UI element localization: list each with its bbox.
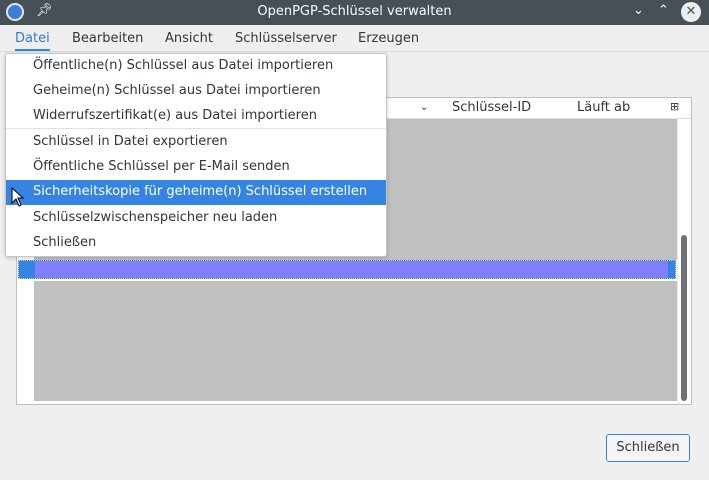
- selected-row[interactable]: [18, 260, 676, 279]
- menu-separator: [6, 128, 386, 129]
- window-title: OpenPGP-Schlüssel verwalten: [257, 4, 452, 19]
- menu-item-send-email[interactable]: Öffentliche Schlüssel per E-Mail senden: [6, 155, 386, 180]
- menu-item-export[interactable]: Schlüssel in Datei exportieren: [6, 130, 386, 155]
- file-menu-popup: Öffentliche(n) Schlüssel aus Datei impor…: [5, 53, 387, 257]
- menu-item-import-revocation[interactable]: Widerrufszertifikat(e) aus Datei importi…: [6, 104, 386, 129]
- menu-bearbeiten[interactable]: Bearbeiten: [72, 31, 143, 46]
- menu-item-import-public[interactable]: Öffentliche(n) Schlüssel aus Datei impor…: [6, 54, 386, 79]
- minimize-button[interactable]: ⌄: [633, 3, 644, 18]
- maximize-button[interactable]: ⌃: [658, 3, 669, 18]
- column-expires[interactable]: Läuft ab: [577, 100, 630, 115]
- menu-schluesselserver[interactable]: Schlüsselserver: [235, 31, 337, 46]
- menu-item-reload-cache[interactable]: Schlüsselzwischenspeicher neu laden: [6, 206, 386, 231]
- column-picker-icon[interactable]: ⊞: [670, 100, 679, 113]
- menu-item-backup-secret[interactable]: Sicherheitskopie für geheime(n) Schlüsse…: [6, 180, 386, 205]
- close-button[interactable]: Schließen: [606, 434, 690, 462]
- menu-erzeugen[interactable]: Erzeugen: [358, 31, 419, 46]
- close-window-button[interactable]: ✕: [681, 2, 701, 22]
- sort-chevron-icon[interactable]: ⌄: [420, 102, 428, 113]
- table-body-area: [34, 281, 677, 401]
- column-key-id[interactable]: Schlüssel-ID: [452, 100, 531, 115]
- scrollbar-thumb[interactable]: [681, 235, 687, 401]
- mouse-cursor-icon: [11, 187, 25, 207]
- menu-ansicht[interactable]: Ansicht: [165, 31, 213, 46]
- menu-item-import-secret[interactable]: Geheime(n) Schlüssel aus Datei importier…: [6, 79, 386, 104]
- menu-datei[interactable]: Datei: [15, 31, 50, 51]
- title-bar: 📌︎ OpenPGP-Schlüssel verwalten ⌄ ⌃ ✕: [0, 0, 709, 25]
- menu-item-close[interactable]: Schließen: [6, 231, 386, 256]
- scrollbar[interactable]: [677, 119, 691, 404]
- menubar: Datei Bearbeiten Ansicht Schlüsselserver…: [0, 25, 709, 52]
